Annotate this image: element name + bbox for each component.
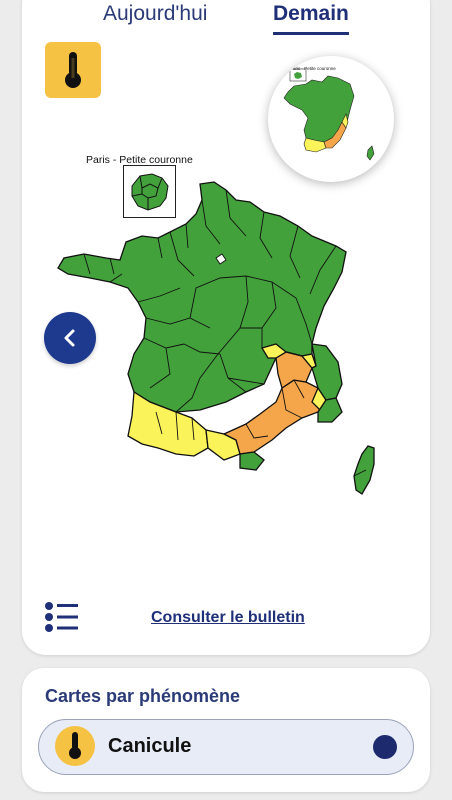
mini-map-label: Paris - Petite couronne xyxy=(290,66,336,71)
phenomenon-cards-title: Cartes par phénomène xyxy=(45,686,241,706)
list-icon[interactable] xyxy=(44,601,80,633)
thermometer-icon xyxy=(65,52,81,88)
mini-map-overview[interactable]: Paris - Petite couronne xyxy=(268,56,394,182)
selector-thermometer-icon xyxy=(55,726,95,766)
france-vigilance-map[interactable] xyxy=(50,178,390,498)
tab-tomorrow[interactable]: Demain xyxy=(273,2,349,26)
selected-radio-indicator[interactable] xyxy=(373,735,397,759)
selected-phenomenon-label: Canicule xyxy=(108,735,192,757)
tab-today[interactable]: Aujourd'hui xyxy=(103,2,207,26)
phenomenon-icon-button[interactable] xyxy=(45,42,101,98)
mini-map-france xyxy=(283,68,375,161)
tab-active-indicator xyxy=(273,32,349,35)
france-map-svg xyxy=(57,181,375,495)
previous-button[interactable] xyxy=(44,312,96,364)
consult-bulletin-link[interactable]: Consulter le bulletin xyxy=(151,609,305,627)
chevron-left-icon xyxy=(64,329,75,347)
